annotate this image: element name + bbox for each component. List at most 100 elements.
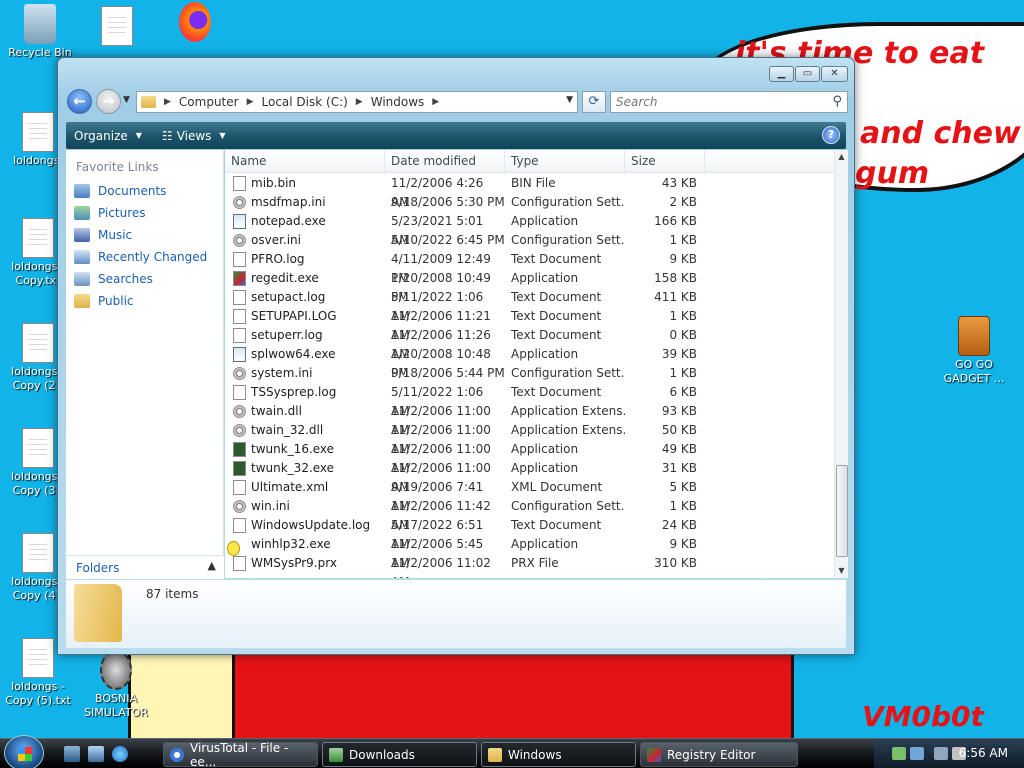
nav-item-public[interactable]: Public [66,290,223,312]
file-row[interactable]: twunk_16.exe 11/2/2006 11:00 AM Applicatio… [225,440,834,475]
file-row[interactable]: WMSysPr9.prx 11/2/2006 11:02 AM PRX File 31… [225,554,834,578]
nav-item-music[interactable]: Music [66,224,223,246]
file-row[interactable]: twain.dll 11/2/2006 11:00 AM Application E… [225,402,834,437]
file-name-cell[interactable]: twunk_16.exe [225,440,385,459]
file-row[interactable]: msdfmap.ini 9/18/2006 5:30 PM Configuratio… [225,193,834,212]
file-row[interactable]: setupact.log 5/11/2022 1:06 AM Text Docume… [225,288,834,323]
breadcrumb-local-disk[interactable]: Local Disk (C:) [262,95,348,109]
column-name[interactable]: Name [225,150,385,173]
file-name-cell[interactable]: twain.dll [225,402,385,421]
scroll-thumb[interactable] [836,465,848,557]
desktop-icon-go-go-gadget[interactable]: GO GO GADGET ... [934,316,1014,386]
file-name-cell[interactable]: PFRO.log [225,250,385,269]
desktop-icon-firefox[interactable] [155,2,235,44]
network-icon[interactable] [892,747,906,760]
minimize-button[interactable]: ▁ [769,66,794,82]
security-icon[interactable] [910,747,924,760]
chevron-right-icon[interactable]: ▶ [164,97,171,107]
breadcrumb-computer[interactable]: Computer [179,95,239,109]
file-name-cell[interactable]: splwow64.exe [225,345,385,364]
file-date: 11/2/2006 4:26 AM [391,176,484,209]
maximize-button[interactable]: ▭ [795,66,820,82]
chevron-right-icon[interactable]: ▶ [356,97,363,107]
file-name-cell[interactable]: TSSysprep.log [225,383,385,402]
address-dropdown-icon[interactable]: ▼ [566,95,573,105]
file-row[interactable]: twain_32.dll 11/2/2006 11:00 AM Applicatio… [225,421,834,456]
desktop-icon-recycle-bin[interactable]: Recycle Bin [0,4,80,60]
task-windows[interactable]: Windows [481,742,636,767]
file-name-cell[interactable]: regedit.exe [225,269,385,288]
file-name-cell[interactable]: twunk_32.exe [225,459,385,478]
search-icon[interactable]: ⚲ [832,94,842,109]
search-input[interactable]: Search ⚲ [610,91,848,113]
file-name-cell[interactable]: twain_32.dll [225,421,385,440]
file-name-cell[interactable]: setupact.log [225,288,385,307]
file-row[interactable]: Ultimate.xml 9/19/2006 7:41 AM XML Documen… [225,478,834,513]
file-row[interactable]: PFRO.log 4/11/2009 12:49 PM Text Document 9… [225,250,834,285]
address-bar[interactable]: ▶ Computer ▶ Local Disk (C:) ▶ Windows ▶… [136,91,578,113]
desktop-icon-document[interactable] [77,6,157,48]
file-name-cell[interactable]: msdfmap.ini [225,193,385,212]
file-name-cell[interactable]: WindowsUpdate.log [225,516,385,535]
start-button[interactable] [4,735,44,768]
file-name-cell[interactable]: WMSysPr9.prx [225,554,385,573]
folders-toggle[interactable]: Folders ▲ [66,555,224,579]
show-desktop-icon[interactable] [64,746,80,762]
file-name-cell[interactable]: win.ini [225,497,385,516]
file-row[interactable]: mib.bin 11/2/2006 4:26 AM BIN File 43 KB [225,174,834,209]
switch-windows-icon[interactable] [88,746,104,762]
file-name-cell[interactable]: system.ini [225,364,385,383]
file-name-cell[interactable]: mib.bin [225,174,385,193]
file-name-cell[interactable]: SETUPAPI.LOG [225,307,385,326]
file-row[interactable]: notepad.exe 5/23/2021 5:01 AM Application 1… [225,212,834,247]
file-size: 5 KB [669,480,697,494]
nav-item-searches[interactable]: Searches [66,268,223,290]
file-row[interactable]: WindowsUpdate.log 5/17/2022 6:51 AM Text D… [225,516,834,551]
scroll-down-arrow[interactable]: ▼ [835,564,848,578]
display-icon[interactable] [934,747,948,760]
file-row[interactable]: regedit.exe 1/20/2008 10:49 PM Application… [225,269,834,304]
organize-button[interactable]: Organize ▼ [74,129,142,143]
file-row[interactable]: system.ini 9/18/2006 5:44 PM Configuration… [225,364,834,383]
back-button[interactable]: ← [67,89,92,114]
file-name-cell[interactable]: setuperr.log [225,326,385,345]
help-button[interactable]: ? [822,126,840,144]
column-size[interactable]: Size [625,150,705,173]
desktop-icon-bosnia-simulator[interactable]: BOSNIA SIMULATOR [76,650,156,720]
internet-explorer-icon[interactable] [112,746,128,762]
scroll-up-arrow[interactable]: ▲ [835,150,848,164]
chevron-right-icon[interactable]: ▶ [247,97,254,107]
file-row[interactable]: osver.ini 5/10/2022 6:45 PM Configuration … [225,231,834,250]
file-name-cell[interactable]: Ultimate.xml [225,478,385,497]
clock[interactable]: 6:56 AM [959,746,1008,760]
refresh-button[interactable]: ⟳ [582,91,606,113]
task-downloads[interactable]: Downloads [322,742,477,767]
task-virustotal[interactable]: VirusTotal - File - ee... [163,741,318,768]
file-row[interactable]: SETUPAPI.LOG 11/2/2006 11:21 AM Text Docum… [225,307,834,342]
file-row[interactable]: TSSysprep.log 5/11/2022 1:06 AM Text Docum… [225,383,834,418]
task-registry-editor[interactable]: Registry Editor [640,742,798,767]
column-type[interactable]: Type [505,150,625,173]
file-row[interactable]: winhlp32.exe 11/2/2006 5:45 AM Application… [225,535,834,570]
close-button[interactable]: ✕ [821,66,848,82]
forward-button[interactable]: → [96,89,121,114]
vertical-scrollbar[interactable]: ▲ ▼ [834,150,848,578]
chevron-right-icon[interactable]: ▶ [432,97,439,107]
views-button[interactable]: ☷ Views ▼ [162,129,226,143]
file-row[interactable]: splwow64.exe 1/20/2008 10:48 PM Applicatio… [225,345,834,380]
file-row[interactable]: twunk_32.exe 11/2/2006 11:00 AM Applicatio… [225,459,834,494]
nav-item-pictures[interactable]: Pictures [66,202,223,224]
file-name-cell[interactable]: notepad.exe [225,212,385,231]
file-row[interactable]: setuperr.log 11/2/2006 11:26 AM Text Docum… [225,326,834,361]
nav-item-documents[interactable]: Documents [66,180,223,202]
breadcrumb-windows[interactable]: Windows [371,95,425,109]
column-date-modified[interactable]: Date modified [385,150,505,173]
task-label: Downloads [349,747,415,762]
file-date: 9/19/2006 7:41 AM [391,480,484,513]
nav-item-recently-changed[interactable]: Recently Changed [66,246,223,268]
file-name-cell[interactable]: osver.ini [225,231,385,250]
recent-pages-dropdown[interactable]: ▼ [123,95,130,105]
file-name-cell[interactable]: winhlp32.exe [225,535,385,556]
file-row[interactable]: win.ini 11/2/2006 11:42 AM Configuration S… [225,497,834,532]
text-file-icon [22,112,54,152]
